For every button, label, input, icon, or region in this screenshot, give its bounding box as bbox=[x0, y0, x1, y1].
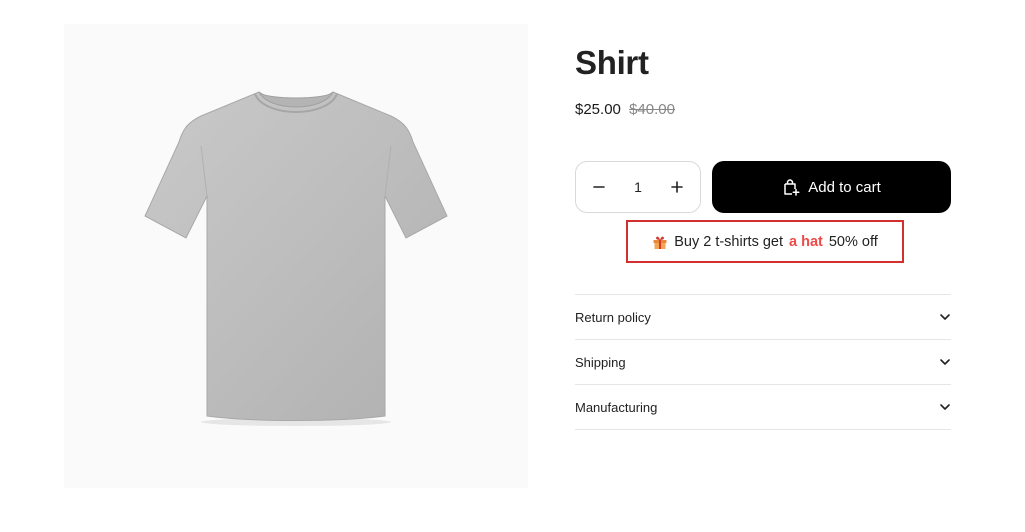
promo-text-start: Buy 2 t-shirts get bbox=[674, 233, 784, 250]
accordion-shipping[interactable]: Shipping bbox=[575, 340, 951, 385]
accordion-manufacturing[interactable]: Manufacturing bbox=[575, 385, 951, 430]
product-title: Shirt bbox=[575, 44, 649, 81]
increase-quantity-button[interactable] bbox=[668, 178, 686, 196]
tshirt-image bbox=[144, 91, 448, 426]
sale-price: $25.00 bbox=[575, 101, 621, 118]
chevron-down-icon bbox=[940, 359, 950, 365]
quantity-stepper: 1 bbox=[575, 161, 701, 213]
add-to-cart-label: Add to cart bbox=[808, 178, 881, 196]
plus-icon bbox=[671, 181, 683, 193]
promo-highlight: a hat bbox=[789, 233, 823, 250]
price-row: $25.00 $40.00 bbox=[575, 101, 675, 118]
product-details-accordion: Return policy Shipping Manufacturing bbox=[575, 294, 951, 430]
shopping-bag-plus-icon bbox=[784, 179, 800, 196]
product-image[interactable] bbox=[64, 24, 528, 488]
chevron-down-icon bbox=[940, 314, 950, 320]
promo-text-end: 50% off bbox=[828, 233, 878, 250]
accordion-label: Shipping bbox=[575, 354, 626, 370]
compare-price: $40.00 bbox=[629, 101, 675, 118]
quantity-input[interactable]: 1 bbox=[623, 179, 653, 195]
accordion-label: Return policy bbox=[575, 309, 651, 325]
decrease-quantity-button[interactable] bbox=[590, 178, 608, 196]
promo-banner: Buy 2 t-shirts get a hat 50% off bbox=[626, 220, 904, 263]
minus-icon bbox=[593, 186, 605, 188]
add-to-cart-button[interactable]: Add to cart bbox=[712, 161, 951, 213]
accordion-return-policy[interactable]: Return policy bbox=[575, 295, 951, 340]
chevron-down-icon bbox=[940, 404, 950, 410]
gift-icon bbox=[653, 236, 667, 249]
accordion-label: Manufacturing bbox=[575, 399, 658, 415]
